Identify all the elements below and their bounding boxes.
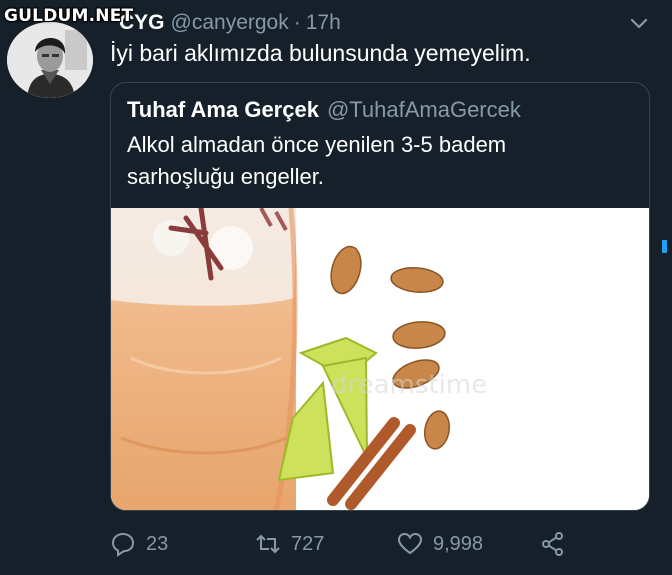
user-avatar[interactable] <box>7 22 93 98</box>
retweet-count: 727 <box>291 532 325 555</box>
heart-icon <box>397 532 423 555</box>
like-count: 9,998 <box>433 532 484 555</box>
header-separator: · <box>293 11 301 34</box>
quoted-text-line-2: sarhoşluğu engeller. <box>127 164 324 189</box>
chevron-down-icon[interactable] <box>628 12 650 34</box>
media-watermark-text: dreamstime <box>331 370 487 400</box>
reply-icon <box>111 532 135 557</box>
scrollbar-thumb[interactable] <box>662 240 667 253</box>
quoted-tweet-card[interactable]: Tuhaf Ama Gerçek @TuhafAmaGercek Alkol a… <box>110 82 650 511</box>
quoted-text-line-1: Alkol almadan önce yenilen 3-5 badem <box>127 132 507 157</box>
retweet-button[interactable]: 727 <box>255 528 324 560</box>
quoted-tweet-media[interactable]: dreamstime <box>111 208 649 510</box>
tweet-action-bar: 23 727 9,998 <box>110 528 580 560</box>
avatar-photo-icon <box>7 22 93 98</box>
retweet-icon <box>256 534 280 554</box>
share-button[interactable] <box>540 528 566 560</box>
tweet-timestamp[interactable]: 17h <box>306 11 341 35</box>
tweet-body-text: İyi bari aklımızda bulunsunda yemeyelim. <box>110 40 531 66</box>
quoted-tweet-text: Alkol almadan önce yenilen 3-5 badem sar… <box>127 129 627 193</box>
like-button[interactable]: 9,998 <box>397 528 483 560</box>
share-icon <box>542 532 563 556</box>
reply-button[interactable]: 23 <box>110 528 168 560</box>
quoted-tweet-header: Tuhaf Ama Gerçek @TuhafAmaGercek <box>127 95 521 125</box>
reply-count: 23 <box>146 532 169 555</box>
quoted-author-handle: @TuhafAmaGercek <box>326 97 521 122</box>
site-watermark-logo: GULDUM.NET <box>4 6 134 26</box>
author-handle[interactable]: @canyergok <box>171 11 289 35</box>
cocktail-almonds-lime-photo: dreamstime <box>111 208 649 510</box>
quoted-author-display-name: Tuhaf Ama Gerçek <box>127 97 319 122</box>
tweet-header: CYG @canyergok · 17h <box>119 9 341 37</box>
